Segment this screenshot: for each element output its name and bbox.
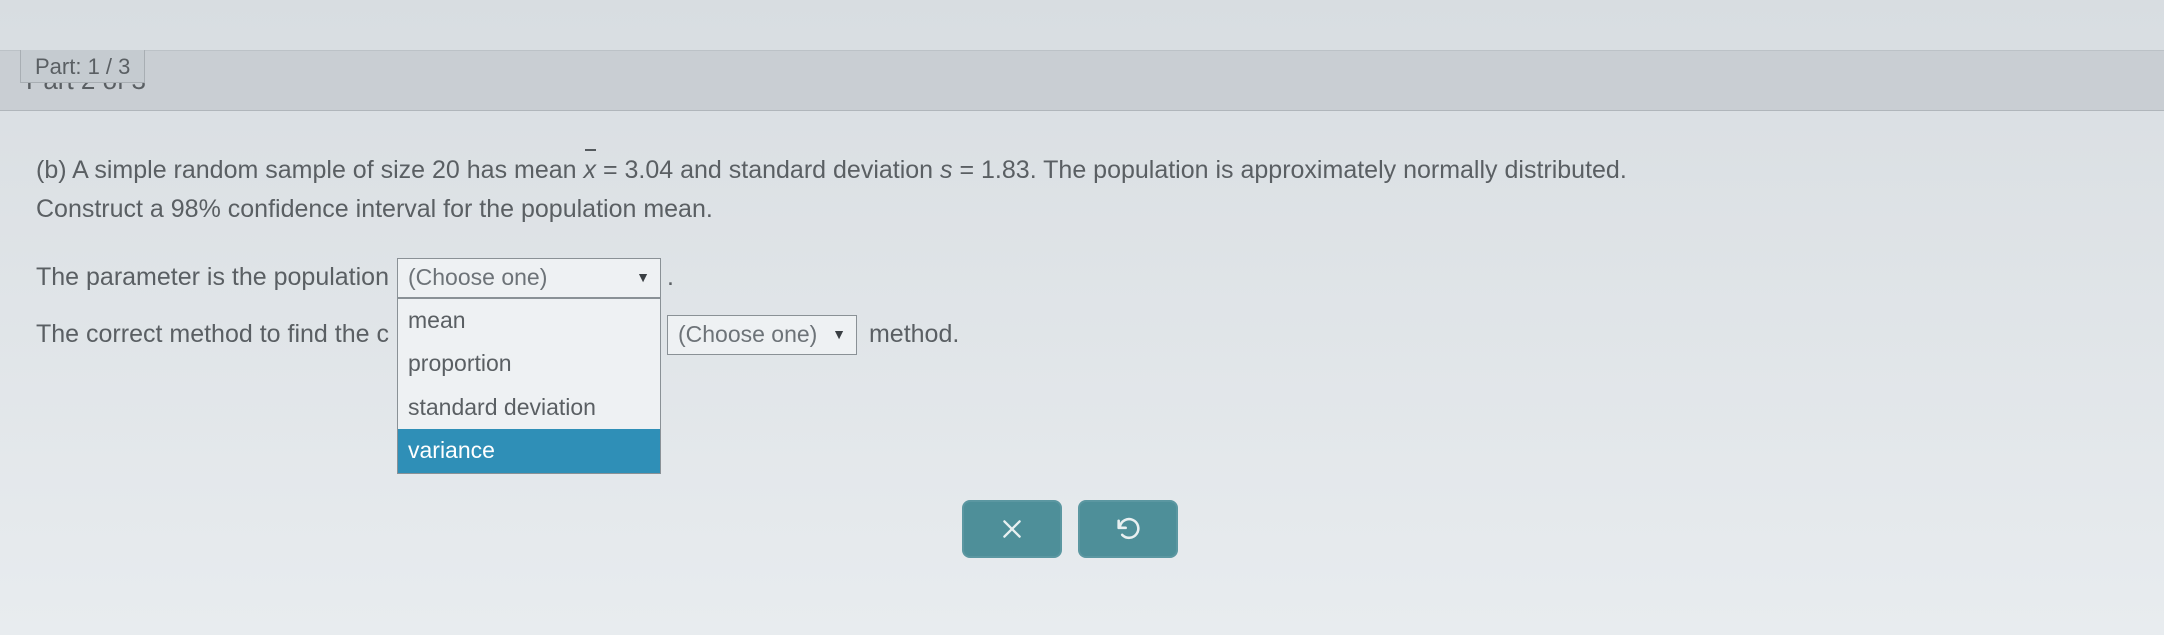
answer-line-1: The parameter is the population (Choose …	[36, 257, 959, 299]
part-indicator-prev: Part: 1 / 3	[20, 50, 145, 83]
option-variance[interactable]: variance	[398, 429, 660, 473]
method-select-placeholder: (Choose one)	[678, 317, 817, 353]
parameter-dropdown-container: (Choose one) ▼ mean proportion standard …	[397, 258, 661, 298]
parameter-select-placeholder: (Choose one)	[408, 260, 547, 296]
q-eq2: =	[953, 156, 982, 184]
line1-text: The parameter is the population	[36, 258, 389, 297]
reset-button[interactable]	[1078, 500, 1178, 558]
content-area: (b) A simple random sample of size 20 ha…	[0, 111, 2164, 385]
q-line2b: confidence interval for the population m…	[221, 195, 713, 223]
triangle-down-icon: ▼	[636, 267, 650, 289]
q-sd: 1.83	[981, 156, 1030, 184]
action-buttons	[962, 500, 1178, 558]
option-mean[interactable]: mean	[398, 299, 660, 343]
q-prefix: (b) A simple random sample of size	[36, 156, 432, 184]
triangle-down-icon: ▼	[832, 324, 846, 346]
q-t3: . The population is approximately normal…	[1030, 156, 1627, 184]
parameter-dropdown-list: mean proportion standard deviation varia…	[397, 298, 661, 475]
part-indicator-prev-label: Part: 1 / 3	[35, 54, 130, 79]
line2-text-b: method.	[869, 315, 959, 354]
undo-icon	[1114, 515, 1142, 543]
method-select[interactable]: (Choose one) ▼	[667, 315, 857, 355]
line1-period: .	[667, 258, 674, 297]
q-xbar: x	[584, 151, 597, 190]
line2-text-a: The correct method to find the c	[36, 315, 389, 354]
q-t1: has mean	[460, 156, 584, 184]
question-text: (b) A simple random sample of size 20 ha…	[36, 151, 2128, 229]
option-standard-deviation[interactable]: standard deviation	[398, 386, 660, 430]
parameter-select[interactable]: (Choose one) ▼	[397, 258, 661, 298]
q-svar: s	[940, 156, 953, 184]
q-eq1: =	[596, 156, 625, 184]
q-conf: 98%	[171, 195, 221, 223]
q-mean: 3.04	[625, 156, 674, 184]
clear-button[interactable]	[962, 500, 1062, 558]
close-icon	[999, 516, 1025, 542]
q-line2a: Construct a	[36, 195, 171, 223]
section-header: Part 2 of 3	[0, 50, 2164, 111]
q-n: 20	[432, 156, 460, 184]
option-proportion[interactable]: proportion	[398, 342, 660, 386]
q-t2: and standard deviation	[673, 156, 940, 184]
